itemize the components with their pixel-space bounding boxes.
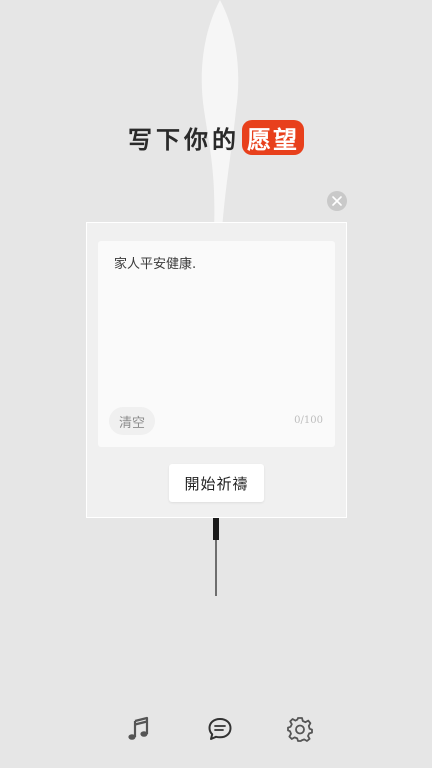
start-prayer-button[interactable]: 開始祈禱 bbox=[169, 464, 264, 502]
nav-chat[interactable] bbox=[205, 712, 235, 746]
character-counter: 0/100 bbox=[294, 415, 323, 426]
clear-button[interactable]: 清空 bbox=[109, 407, 155, 435]
nav-settings[interactable] bbox=[285, 712, 315, 746]
close-button[interactable] bbox=[327, 191, 347, 211]
wish-input[interactable]: 家人平安健康. 清空 0/100 bbox=[98, 241, 335, 447]
page-title: 写下你的 愿望 bbox=[0, 120, 432, 155]
chat-icon bbox=[208, 718, 232, 740]
nav-music[interactable] bbox=[123, 712, 153, 746]
music-icon bbox=[128, 716, 149, 740]
close-icon bbox=[332, 196, 342, 206]
title-highlight: 愿望 bbox=[242, 120, 304, 155]
incense-stick bbox=[213, 518, 219, 596]
gear-icon bbox=[287, 717, 313, 742]
wish-text[interactable]: 家人平安健康. bbox=[114, 253, 196, 272]
wish-panel: 家人平安健康. 清空 0/100 開始祈禱 bbox=[86, 222, 347, 518]
title-prefix: 写下你的 bbox=[128, 125, 240, 154]
incense-smoke bbox=[201, 0, 239, 230]
bottom-nav bbox=[0, 712, 432, 746]
